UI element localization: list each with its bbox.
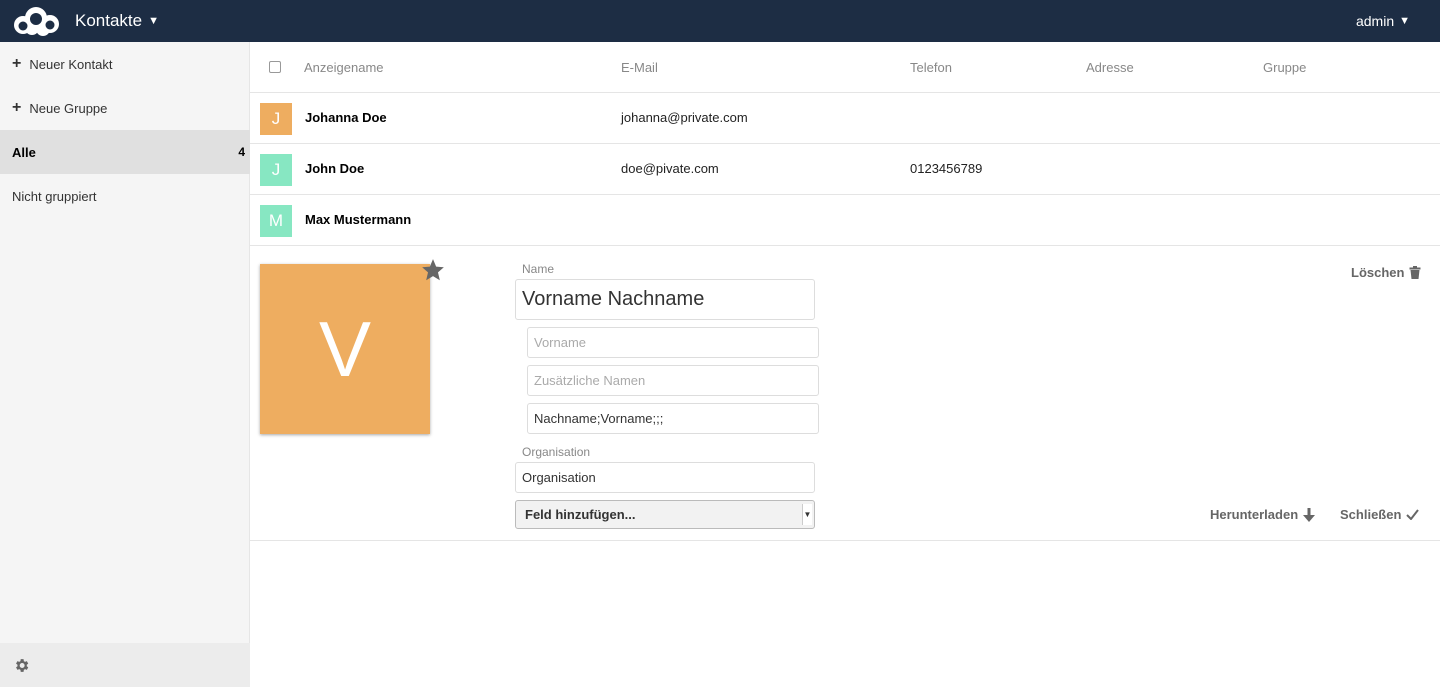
fullname-field[interactable]: [515, 279, 815, 320]
select-all-checkbox[interactable]: [269, 61, 281, 73]
top-header: Kontakte ▼ admin ▼: [0, 0, 1440, 42]
new-contact-button[interactable]: + Neuer Kontakt: [0, 42, 250, 86]
avatar: J: [260, 103, 292, 135]
column-header-name[interactable]: Anzeigename: [304, 60, 384, 75]
additional-names-field[interactable]: [527, 365, 819, 396]
close-label: Schließen: [1340, 507, 1402, 522]
star-icon[interactable]: [420, 257, 446, 283]
column-header-address[interactable]: Adresse: [1086, 60, 1134, 75]
sidebar-item-all[interactable]: Alle 4: [0, 130, 250, 174]
add-field-select[interactable]: Feld hinzufügen... ▼: [515, 500, 815, 529]
main-content: Anzeigename E-Mail Telefon Adresse Grupp…: [250, 42, 1440, 687]
table-row[interactable]: J Johanna Doe johanna@private.com: [250, 93, 1440, 144]
new-contact-label: Neuer Kontakt: [29, 56, 113, 72]
app-menu-button[interactable]: Kontakte ▼: [75, 11, 159, 31]
delete-label: Löschen: [1351, 265, 1405, 280]
contact-phone: 0123456789: [910, 161, 983, 176]
column-header-group[interactable]: Gruppe: [1263, 60, 1306, 75]
table-header: Anzeigename E-Mail Telefon Adresse Grupp…: [250, 42, 1440, 93]
new-group-button[interactable]: + Neue Gruppe: [0, 86, 250, 130]
user-menu-button[interactable]: admin ▼: [1356, 13, 1410, 29]
organisation-field[interactable]: [515, 462, 815, 493]
download-button[interactable]: Herunterladen: [1210, 507, 1316, 522]
firstname-field[interactable]: [527, 327, 819, 358]
checkmark-icon: [1406, 509, 1420, 520]
contact-count-badge: 4: [238, 145, 245, 159]
contact-photo[interactable]: V: [260, 264, 430, 434]
caret-down-icon: ▼: [1399, 15, 1410, 27]
sidebar: + Neuer Kontakt + Neue Gruppe Alle 4 Nic…: [0, 42, 250, 687]
settings-button[interactable]: [0, 643, 250, 687]
add-field-label: Feld hinzufügen...: [525, 507, 636, 522]
organisation-label: Organisation: [522, 445, 591, 459]
table-row[interactable]: J John Doe doe@pivate.com 0123456789: [250, 144, 1440, 195]
table-row[interactable]: M Max Mustermann: [250, 195, 1440, 246]
gear-icon: [16, 658, 29, 672]
sidebar-item-label: Nicht gruppiert: [12, 188, 97, 204]
avatar: J: [260, 154, 292, 186]
contact-email: johanna@private.com: [621, 110, 748, 125]
delete-button[interactable]: Löschen: [1351, 265, 1421, 280]
plus-icon: +: [12, 55, 22, 72]
column-header-email[interactable]: E-Mail: [621, 60, 658, 75]
name-label: Name: [522, 262, 555, 276]
column-header-phone[interactable]: Telefon: [910, 60, 952, 75]
structured-name-field[interactable]: [527, 403, 819, 434]
avatar: M: [260, 205, 292, 237]
trash-icon: [1409, 266, 1421, 279]
download-arrow-icon: [1303, 507, 1316, 522]
app-title: Kontakte: [75, 11, 143, 30]
caret-down-icon: ▼: [148, 15, 159, 27]
user-name: admin: [1355, 13, 1395, 29]
contact-email: doe@pivate.com: [621, 161, 719, 176]
contact-name: Johanna Doe: [305, 110, 387, 125]
new-group-label: Neue Gruppe: [29, 100, 108, 116]
plus-icon: +: [12, 99, 22, 116]
owncloud-logo-icon[interactable]: [10, 5, 64, 37]
sidebar-item-label: Alle: [12, 144, 36, 160]
contact-name: John Doe: [305, 161, 365, 176]
close-button[interactable]: Schließen: [1340, 507, 1420, 522]
sidebar-item-ungrouped[interactable]: Nicht gruppiert: [0, 174, 250, 218]
dropdown-arrow-icon: ▼: [802, 504, 812, 525]
download-label: Herunterladen: [1210, 507, 1299, 522]
contact-editor: V Name Organisation Feld hinzufügen... ▼…: [250, 246, 1440, 541]
contact-name: Max Mustermann: [305, 212, 412, 227]
